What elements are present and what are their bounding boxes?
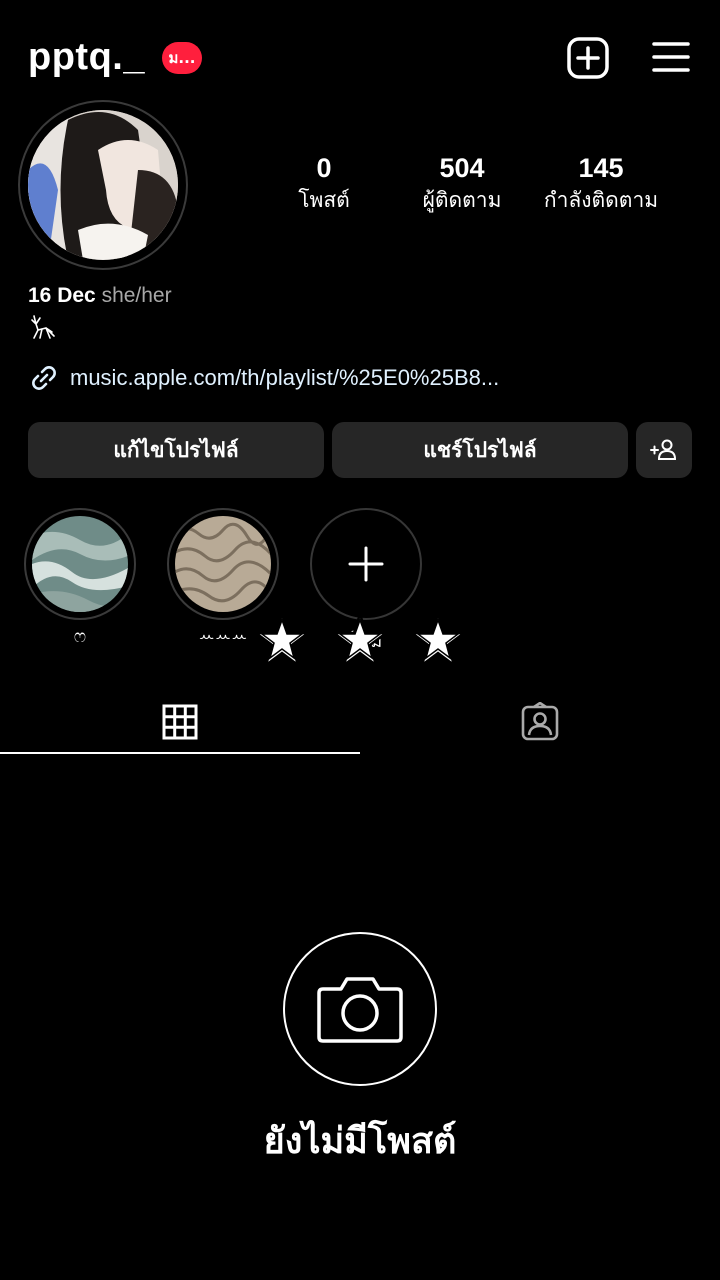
profile-stats: 0 โพสต์ 504 ผู้ติดตาม 145 กำลังติดตาม [270,152,690,222]
empty-posts-camera[interactable] [283,932,437,1086]
highlight-ring [24,508,136,620]
highlight-image-waves [32,516,128,612]
posts-count: 0 [316,153,332,183]
stat-posts[interactable]: 0 โพสต์ [284,152,364,216]
empty-posts-title: ยังไม่มีโพสต์ [263,1121,457,1162]
following-label: กำลังติดตาม [543,188,659,212]
posts-label: โพสต์ [298,188,350,212]
highlight-ring [167,508,279,620]
hamburger-menu-icon[interactable] [650,38,692,78]
story-highlight-1[interactable]: ෆ [24,508,136,652]
highlight-label: ෆ [73,626,87,647]
share-profile-button[interactable]: แชร์โปรไฟล์ [332,422,628,478]
tagged-person-icon [521,702,559,741]
camera-icon [317,977,403,1043]
deer-doodle-icon [28,314,56,342]
followers-count: 504 [439,153,485,183]
avatar-image [28,110,178,260]
star-icon [330,609,390,669]
highlight-image-sand [175,516,271,612]
pronouns: she/her [101,284,172,307]
star-sticker-overlay [252,609,470,672]
plus-icon [348,546,384,582]
link-text[interactable]: music.apple.com/th/playlist/%25E0%25B8..… [70,365,499,391]
tab-posts-grid[interactable] [0,690,360,754]
edit-profile-button[interactable]: แก้ไขโปรไฟล์ [28,422,324,478]
plus-square-icon[interactable] [566,36,610,80]
highlight-ring [310,508,422,620]
notification-badge[interactable]: ม... [162,42,202,74]
display-name: 16 Dec [28,284,96,307]
followers-label: ผู้ติดตาม [422,188,502,212]
bio-link[interactable]: music.apple.com/th/playlist/%25E0%25B8..… [28,362,499,394]
add-person-icon [650,439,677,460]
following-count: 145 [578,153,624,183]
star-icon [408,609,468,669]
bio-name-line: 16 Dec she/her [28,284,172,308]
link-icon [32,366,56,390]
star-icon [252,609,312,669]
profile-tabs [0,690,720,756]
discover-people-button[interactable] [636,422,692,478]
tab-tagged[interactable] [360,690,720,754]
username[interactable]: pptq._ [28,36,145,79]
grid-icon [162,704,198,740]
profile-avatar[interactable] [18,100,188,270]
stat-followers[interactable]: 504 ผู้ติดตาม [406,152,518,216]
active-tab-indicator [0,752,360,754]
stat-following[interactable]: 145 กำลังติดตาม [536,152,666,216]
